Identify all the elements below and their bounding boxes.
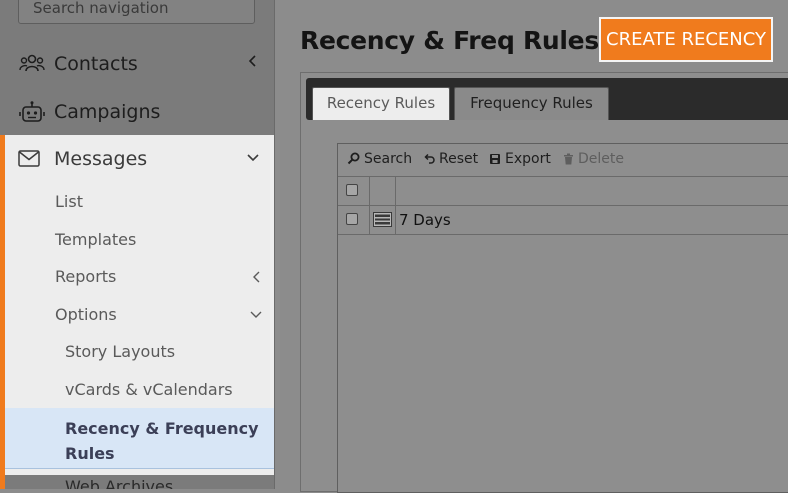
main-content: Recency & Freq Rules CREATE RECENCY Rece… — [275, 0, 788, 493]
delete-label: Delete — [578, 151, 624, 167]
sidebar-subitem-list[interactable]: List — [55, 192, 83, 211]
sidebar-item-campaigns[interactable]: Campaigns — [0, 88, 275, 136]
column-divider — [395, 177, 396, 205]
table-row[interactable]: 7 Days — [338, 206, 788, 235]
sidebar-item-label: Contacts — [54, 53, 138, 75]
sidebar-subitem-label: Reports — [55, 267, 117, 286]
reset-label: Reset — [439, 151, 479, 167]
undo-icon — [424, 153, 435, 164]
row-details-icon[interactable] — [373, 212, 392, 227]
column-divider — [369, 206, 370, 234]
delete-button[interactable]: Delete — [563, 151, 624, 167]
sidebar-subitem-story-layouts[interactable]: Story Layouts — [65, 342, 175, 361]
export-button[interactable]: Export — [489, 151, 551, 167]
search-icon — [347, 152, 360, 165]
page-title: Recency & Freq Rules — [300, 26, 599, 55]
sidebar-subitem-web-archives[interactable]: Web Archives — [65, 477, 173, 489]
create-recency-button[interactable]: CREATE RECENCY — [599, 17, 773, 62]
reset-button[interactable]: Reset — [423, 151, 478, 167]
search-button[interactable]: Search — [347, 151, 412, 167]
sidebar-subitem-reports[interactable]: Reports — [55, 267, 265, 286]
robot-icon — [19, 101, 45, 122]
search-label: Search — [364, 151, 413, 167]
sidebar-item-label: Messages — [54, 148, 148, 170]
trash-icon — [564, 153, 573, 165]
column-divider — [395, 206, 396, 234]
grid-toolbar: Search Reset Export Delete — [338, 144, 788, 177]
sidebar-subitem-label: Options — [55, 305, 117, 324]
save-icon — [490, 154, 500, 164]
sidebar-subitem-label: Recency & Frequency Rules — [65, 419, 259, 463]
chevron-left-icon — [248, 55, 256, 67]
envelope-icon — [18, 150, 40, 167]
tab-recency-rules[interactable]: Recency Rules — [312, 87, 450, 120]
chevron-down-icon — [250, 311, 262, 318]
users-icon — [19, 54, 45, 72]
chevron-left-icon — [253, 271, 260, 283]
row-checkbox[interactable] — [346, 213, 358, 225]
sidebar-item-messages[interactable]: Messages — [0, 135, 275, 183]
sidebar-item-label: Campaigns — [54, 101, 161, 123]
sidebar-subitem-recency-frequency-rules[interactable]: Recency & Frequency Rules — [5, 408, 274, 469]
select-all-checkbox[interactable] — [346, 184, 358, 196]
rules-panel: Recency Rules Frequency Rules Search Res… — [300, 72, 788, 493]
sidebar-subitem-vcards[interactable]: vCards & vCalendars — [65, 380, 233, 399]
rules-grid: Search Reset Export Delete 7 Days — [337, 143, 788, 493]
export-label: Export — [505, 151, 551, 167]
sidebar-subitem-templates[interactable]: Templates — [55, 230, 136, 249]
sidebar-subitem-options[interactable]: Options — [55, 305, 265, 324]
column-divider — [369, 177, 370, 205]
tab-frequency-rules[interactable]: Frequency Rules — [454, 87, 609, 120]
search-navigation-input[interactable]: Search navigation — [18, 0, 255, 24]
row-name-cell: 7 Days — [399, 211, 451, 229]
sidebar-item-contacts[interactable]: Contacts — [0, 40, 275, 88]
sidebar: Search navigation Contacts Campaigns Mes… — [0, 0, 275, 489]
grid-header-row — [338, 177, 788, 206]
tab-bar: Recency Rules Frequency Rules — [306, 78, 788, 120]
chevron-down-icon — [247, 154, 259, 162]
